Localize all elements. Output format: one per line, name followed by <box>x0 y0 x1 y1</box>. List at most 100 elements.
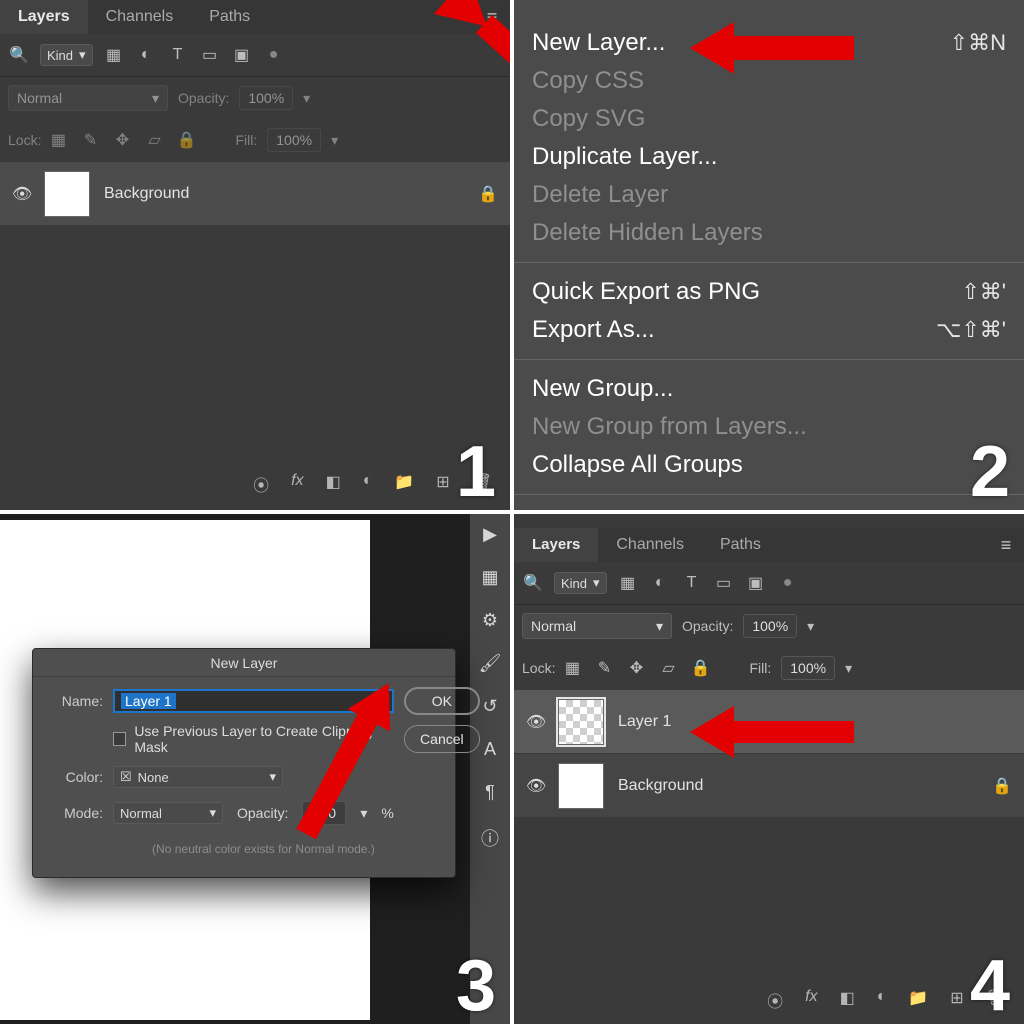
type-filter-icon[interactable]: T <box>681 572 703 594</box>
adjustment-icon[interactable]: ◐ <box>363 472 373 496</box>
layer-row-background[interactable]: 👁 Background 🔒 <box>0 161 510 225</box>
layer-name: Background <box>104 185 189 203</box>
lock-artboard-icon[interactable]: ▱ <box>657 657 679 679</box>
menu-item[interactable]: Duplicate Layer... <box>532 138 1006 176</box>
step-number: 2 <box>970 436 1010 508</box>
layer-name: Background <box>618 777 703 795</box>
filter-kind[interactable]: Kind▾ <box>40 44 93 66</box>
menu-item[interactable]: Collapse All Groups <box>532 446 1006 484</box>
blend-mode[interactable]: Normal▾ <box>522 613 672 639</box>
step-3: ▶ ▦ ⚙ 🖌 ↺ A ¶ ⓘ New Layer Name: Layer 1 … <box>0 514 510 1024</box>
tab-channels[interactable]: Channels <box>598 528 702 562</box>
panel-footer: ⦿ fx ◧ ◐ 📁 ⊞ 🗑 <box>514 982 1024 1018</box>
toggle-filter-icon[interactable]: ● <box>263 44 285 66</box>
filter-row: 🔍 Kind▾ ▦ ◐ T ▭ ▣ ● <box>514 562 1024 604</box>
pixel-filter-icon[interactable]: ▦ <box>617 572 639 594</box>
group-icon[interactable]: 📁 <box>394 472 414 496</box>
lock-artboard-icon[interactable]: ▱ <box>143 129 165 151</box>
toggle-filter-icon[interactable]: ● <box>777 572 799 594</box>
fx-icon[interactable]: fx <box>291 472 303 496</box>
link-icon[interactable]: ⦿ <box>767 988 783 1012</box>
adjust-filter-icon[interactable]: ◐ <box>135 44 157 66</box>
blend-mode[interactable]: Normal▾ <box>8 85 168 111</box>
smart-filter-icon[interactable]: ▣ <box>231 44 253 66</box>
menu-item[interactable]: Quick Export as PNG⇧⌘' <box>532 273 1006 311</box>
menu-item[interactable]: New Group... <box>532 370 1006 408</box>
slider-icon[interactable]: ⚙ <box>482 610 498 631</box>
menu-item: Copy CSS <box>532 62 1006 100</box>
filter-row: 🔍 Kind▾ ▦ ◐ T ▭ ▣ ● <box>0 34 510 76</box>
hamburger-icon[interactable]: ≡ <box>988 535 1024 556</box>
lock-pixels-icon[interactable]: ▦ <box>47 129 69 151</box>
smart-filter-icon[interactable]: ▣ <box>745 572 767 594</box>
search-icon: 🔍 <box>8 44 30 66</box>
swatch-icon[interactable]: ▦ <box>481 567 498 588</box>
brush-tool-icon[interactable]: 🖌 <box>479 653 502 674</box>
dialog-note: (No neutral color exists for Normal mode… <box>47 842 480 856</box>
lock-move-icon[interactable]: ✥ <box>111 129 133 151</box>
link-icon[interactable]: ⦿ <box>253 472 269 496</box>
fill-value[interactable]: 100% <box>267 128 321 152</box>
opacity-value[interactable]: 100% <box>743 614 797 638</box>
paragraph-icon[interactable]: ¶ <box>485 782 495 803</box>
lock-brush-icon[interactable]: ✎ <box>79 129 101 151</box>
visibility-icon[interactable]: 👁 <box>526 776 544 796</box>
ok-button[interactable]: OK <box>404 687 480 715</box>
tab-layers[interactable]: Layers <box>0 0 88 34</box>
tab-paths[interactable]: Paths <box>702 528 779 562</box>
color-label: Color: <box>47 769 103 785</box>
shape-filter-icon[interactable]: ▭ <box>713 572 735 594</box>
mode-select[interactable]: Normal▾ <box>113 802 223 824</box>
lock-all-icon[interactable]: 🔒 <box>175 129 197 151</box>
fill-value[interactable]: 100% <box>781 656 835 680</box>
tab-paths[interactable]: Paths <box>191 0 268 34</box>
lock-fill-row: Lock: ▦ ✎ ✥ ▱ 🔒 Fill: 100%▾ <box>514 647 1024 689</box>
mask-icon[interactable]: ◧ <box>840 988 855 1012</box>
cancel-button[interactable]: Cancel <box>404 725 480 753</box>
tab-layers[interactable]: Layers <box>514 528 598 562</box>
color-select[interactable]: ☒None▾ <box>113 766 283 788</box>
lock-all-icon[interactable]: 🔒 <box>689 657 711 679</box>
menu-item[interactable]: Export As...⌥⇧⌘' <box>532 311 1006 349</box>
new-layer-icon[interactable]: ⊞ <box>950 988 963 1012</box>
lock-label: Lock: <box>522 660 555 676</box>
history-icon[interactable]: ↺ <box>482 696 497 717</box>
adjustment-icon[interactable]: ◐ <box>877 988 887 1012</box>
shape-filter-icon[interactable]: ▭ <box>199 44 221 66</box>
fx-icon[interactable]: fx <box>805 988 817 1012</box>
blend-opacity-row: Normal▾ Opacity: 100%▾ <box>514 605 1024 647</box>
visibility-icon[interactable]: 👁 <box>12 184 30 204</box>
lock-move-icon[interactable]: ✥ <box>625 657 647 679</box>
pixel-filter-icon[interactable]: ▦ <box>103 44 125 66</box>
character-icon[interactable]: A <box>484 739 496 760</box>
percent-label: % <box>381 805 393 821</box>
tab-channels[interactable]: Channels <box>88 0 192 34</box>
flyout-menu: New Layer...⇧⌘NCopy CSSCopy SVGDuplicate… <box>514 0 1024 510</box>
lock-pixels-icon[interactable]: ▦ <box>561 657 583 679</box>
visibility-icon[interactable]: 👁 <box>526 712 544 732</box>
name-label: Name: <box>47 693 103 709</box>
lock-fill-row: Lock: ▦ ✎ ✥ ▱ 🔒 Fill: 100%▾ <box>0 119 510 161</box>
filter-kind[interactable]: Kind▾ <box>554 572 607 594</box>
new-layer-icon[interactable]: ⊞ <box>436 472 449 496</box>
layer-row-background[interactable]: 👁 Background 🔒 <box>514 753 1024 817</box>
menu-item[interactable]: New Artboard... <box>532 505 1006 510</box>
fill-label: Fill: <box>235 132 257 148</box>
mask-icon[interactable]: ◧ <box>326 472 341 496</box>
opacity-value[interactable]: 100% <box>239 86 293 110</box>
step-4: Layers Channels Paths ≡ 🔍 Kind▾ ▦ ◐ T ▭ … <box>514 514 1024 1024</box>
type-filter-icon[interactable]: T <box>167 44 189 66</box>
group-icon[interactable]: 📁 <box>908 988 928 1012</box>
adjust-filter-icon[interactable]: ◐ <box>649 572 671 594</box>
info-icon[interactable]: ⓘ <box>481 825 499 851</box>
lock-icon: 🔒 <box>992 776 1012 796</box>
lock-brush-icon[interactable]: ✎ <box>593 657 615 679</box>
panel-footer: ⦿ fx ◧ ◐ 📁 ⊞ 🗑 <box>0 466 510 502</box>
step-2: New Layer...⇧⌘NCopy CSSCopy SVGDuplicate… <box>514 0 1024 510</box>
blend-opacity-row: Normal▾ Opacity: 100%▾ <box>0 77 510 119</box>
new-layer-dialog: New Layer Name: Layer 1 OK Use Previous … <box>32 648 456 878</box>
step-number: 4 <box>970 950 1010 1022</box>
opacity-label: Opacity: <box>237 805 288 821</box>
play-icon[interactable]: ▶ <box>483 524 497 545</box>
layer-thumb <box>558 699 604 745</box>
